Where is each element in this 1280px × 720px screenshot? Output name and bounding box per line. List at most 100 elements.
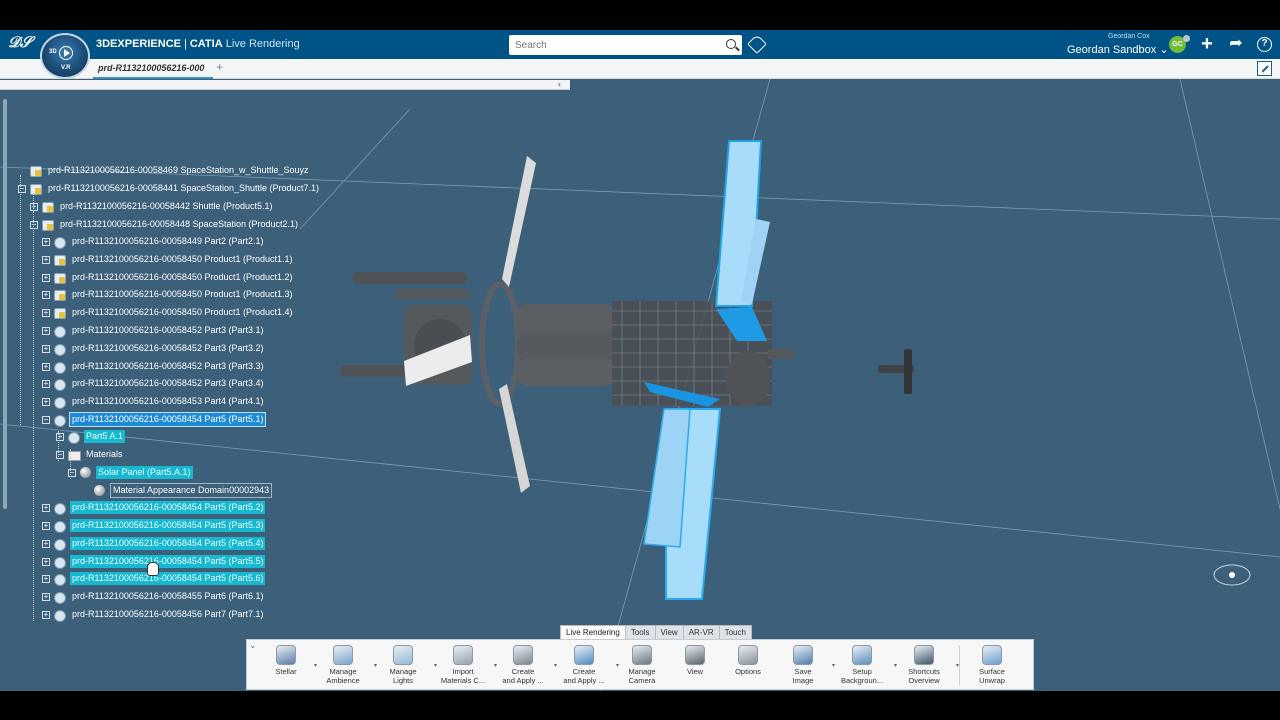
tab-tools[interactable]: Tools [624,625,656,639]
tree-node-label[interactable]: Part5 A.1 [84,430,126,443]
action-lights-button[interactable]: Manage Lights ▾ [373,640,437,689]
tree-node-label[interactable]: Solar Panel (Part5.A.1) [96,466,193,479]
expand-icon[interactable]: + [42,503,50,512]
expand-icon[interactable]: + [42,273,50,282]
tree-node-label[interactable]: prd-R1132100056216-00058442 Shuttle (Pro… [58,200,275,213]
tree-node[interactable]: − Materials [56,447,125,462]
tab-view[interactable]: View [654,625,684,639]
expand-icon[interactable]: + [42,255,50,264]
expand-icon[interactable]: + [42,290,50,299]
expand-icon[interactable]: + [42,610,50,619]
tree-node-label[interactable]: prd-R1132100056216-00058450 Product1 (Pr… [70,306,295,319]
fullscreen-icon[interactable] [1257,61,1272,76]
tree-node[interactable]: + Part5 A.1 [56,429,126,444]
action-save-image-button[interactable]: Save Image ▾ [775,640,835,689]
action-background-button[interactable]: Setup Backgroun... ▾ [831,640,897,689]
expand-icon[interactable]: + [42,521,50,530]
tree-node[interactable]: − Solar Panel (Part5.A.1) [68,465,193,480]
tree-node-label[interactable]: prd-R1132100056216-00058450 Product1 (Pr… [70,288,295,301]
ds-logo-icon[interactable]: 𝒟𝒮 [8,34,32,54]
tree-node-label[interactable]: prd-R1132100056216-00058452 Part3 (Part3… [70,360,265,373]
tree-node[interactable]: − prd-R1132100056216-00058454 Part5 (Part… [42,412,267,427]
tree-node[interactable]: + prd-R1132100056216-00058452 Part3 (Part… [42,359,265,374]
action-import-materials-button[interactable]: Import Materials C... ▾ [433,640,497,689]
add-tab-button[interactable]: + [216,60,223,74]
space-station-model[interactable] [340,140,914,600]
tree-node[interactable]: + prd-R1132100056216-00058450 Product1 (P… [42,252,295,267]
tree-node-label[interactable]: prd-R1132100056216-00058450 Product1 (Pr… [70,253,295,266]
tree-node[interactable]: + prd-R1132100056216-00058442 Shuttle (Pr… [30,199,275,214]
expand-icon[interactable]: + [42,326,50,335]
search-box[interactable] [509,35,742,55]
tree-node-label[interactable]: prd-R1132100056216-00058455 Part6 (Part6… [70,590,265,603]
tab-ar-vr[interactable]: AR-VR [682,625,720,639]
tree-node[interactable]: Material Appearance Domain00002943 [82,483,273,498]
dropdown-caret-icon[interactable]: ▾ [956,662,959,669]
tree-node[interactable]: + prd-R1132100056216-00058454 Part5 (Part… [42,518,266,533]
tree-node-label[interactable]: prd-R1132100056216-00058448 SpaceStation… [58,218,300,231]
expand-icon[interactable]: + [42,539,50,548]
tree-node-label[interactable]: prd-R1132100056216-00058454 Part5 (Part5… [68,412,267,427]
tree-node[interactable]: + prd-R1132100056216-00058450 Product1 (P… [42,270,295,285]
add-icon[interactable]: + [1198,33,1216,55]
tab-product[interactable]: prd-R1132100056216-000 [93,59,213,79]
tree-node-label[interactable]: prd-R1132100056216-00058454 Part5 (Part5… [70,537,266,550]
expand-icon[interactable]: + [42,308,50,317]
collab-space-selector[interactable]: Geordan Sandbox ⌄ [1067,43,1169,56]
tree-node[interactable]: + prd-R1132100056216-00058454 Part5 (Part… [42,500,266,515]
tab-touch[interactable]: Touch [718,625,752,639]
help-icon[interactable]: ? [1257,37,1272,52]
collapse-icon[interactable]: − [30,220,38,229]
tree-node-label[interactable]: prd-R1132100056216-00058449 Part2 (Part2… [70,235,265,248]
tree-node-label[interactable]: prd-R1132100056216-00058450 Product1 (Pr… [70,271,295,284]
collapse-icon[interactable]: − [42,415,50,424]
expand-icon[interactable]: + [42,574,50,583]
search-icon[interactable] [726,39,736,49]
tree-node-label[interactable]: prd-R1132100056216-00058469 SpaceStation… [46,164,311,177]
tree-node[interactable]: + prd-R1132100056216-00058452 Part3 (Part… [42,376,265,391]
tree-node[interactable]: − prd-R1132100056216-00058441 SpaceStatio… [18,181,321,196]
tree-node-label[interactable]: prd-R1132100056216-00058454 Part5 (Part5… [70,519,266,532]
expand-icon[interactable]: + [30,202,38,211]
expand-icon[interactable]: + [42,379,50,388]
tree-node-label[interactable]: Materials [84,448,125,461]
tree-node[interactable]: − prd-R1132100056216-00058448 SpaceStatio… [30,217,300,232]
tree-node-label[interactable]: prd-R1132100056216-00058452 Part3 (Part3… [70,377,265,390]
expand-icon[interactable]: + [42,237,50,246]
expand-icon[interactable]: + [42,557,50,566]
tree-node[interactable]: + prd-R1132100056216-00058450 Product1 (P… [42,305,295,320]
tree-node-label[interactable]: prd-R1132100056216-00058441 SpaceStation… [46,182,321,195]
action-options-gear-button[interactable]: Options [721,640,775,689]
tag-icon[interactable] [747,34,767,54]
3d-viewport[interactable]: ‹ prd-R1132100056216-00058469 SpaceStati… [0,79,1280,691]
compass-widget[interactable]: 3D V.R [40,33,90,79]
action-create-apply-material-button[interactable]: Create and Apply ... ▾ [493,640,557,689]
action-help-button[interactable]: Shortcuts Overview ▾ [893,640,959,689]
tree-node[interactable]: prd-R1132100056216-00058469 SpaceStation… [18,163,311,178]
tree-node-label[interactable]: prd-R1132100056216-00058456 Part7 (Part7… [70,608,265,621]
expand-icon[interactable]: + [42,397,50,406]
search-input[interactable] [509,35,709,55]
tree-node[interactable]: + prd-R1132100056216-00058454 Part5 (Part… [42,536,266,551]
tree-node-label[interactable]: prd-R1132100056216-00058453 Part4 (Part4… [70,395,265,408]
expand-icon[interactable]: + [42,344,50,353]
action-ambience-button[interactable]: Manage Ambience ▾ [313,640,377,689]
action-stellar-button[interactable]: Stellar ▾ [259,640,317,689]
expand-icon[interactable]: + [42,592,50,601]
share-icon[interactable]: ➦ [1227,34,1245,54]
tree-node[interactable]: + prd-R1132100056216-00058453 Part4 (Part… [42,394,265,409]
action-unwrap-button[interactable]: Surface Unwrap [964,640,1020,689]
action-camera-button[interactable]: Manage Camera [615,640,669,689]
tree-node[interactable]: + prd-R1132100056216-00058455 Part6 (Part… [42,589,265,604]
action-create-apply-sticker-button[interactable]: Create and Apply ... ▾ [553,640,619,689]
tree-node-label[interactable]: Material Appearance Domain00002943 [110,483,273,498]
tree-node-label[interactable]: prd-R1132100056216-00058452 Part3 (Part3… [70,342,265,355]
tree-node[interactable]: + prd-R1132100056216-00058449 Part2 (Part… [42,234,265,249]
expand-icon[interactable]: + [42,362,50,371]
action-view-button[interactable]: View [669,640,721,689]
collapse-arrow-icon[interactable]: ‹ [558,79,561,89]
tree-node[interactable]: + prd-R1132100056216-00058452 Part3 (Part… [42,341,265,356]
tree-node-label[interactable]: prd-R1132100056216-00058454 Part5 (Part5… [70,501,266,514]
tree-node[interactable]: + prd-R1132100056216-00058456 Part7 (Part… [42,607,265,622]
tree-node[interactable]: + prd-R1132100056216-00058450 Product1 (P… [42,287,295,302]
